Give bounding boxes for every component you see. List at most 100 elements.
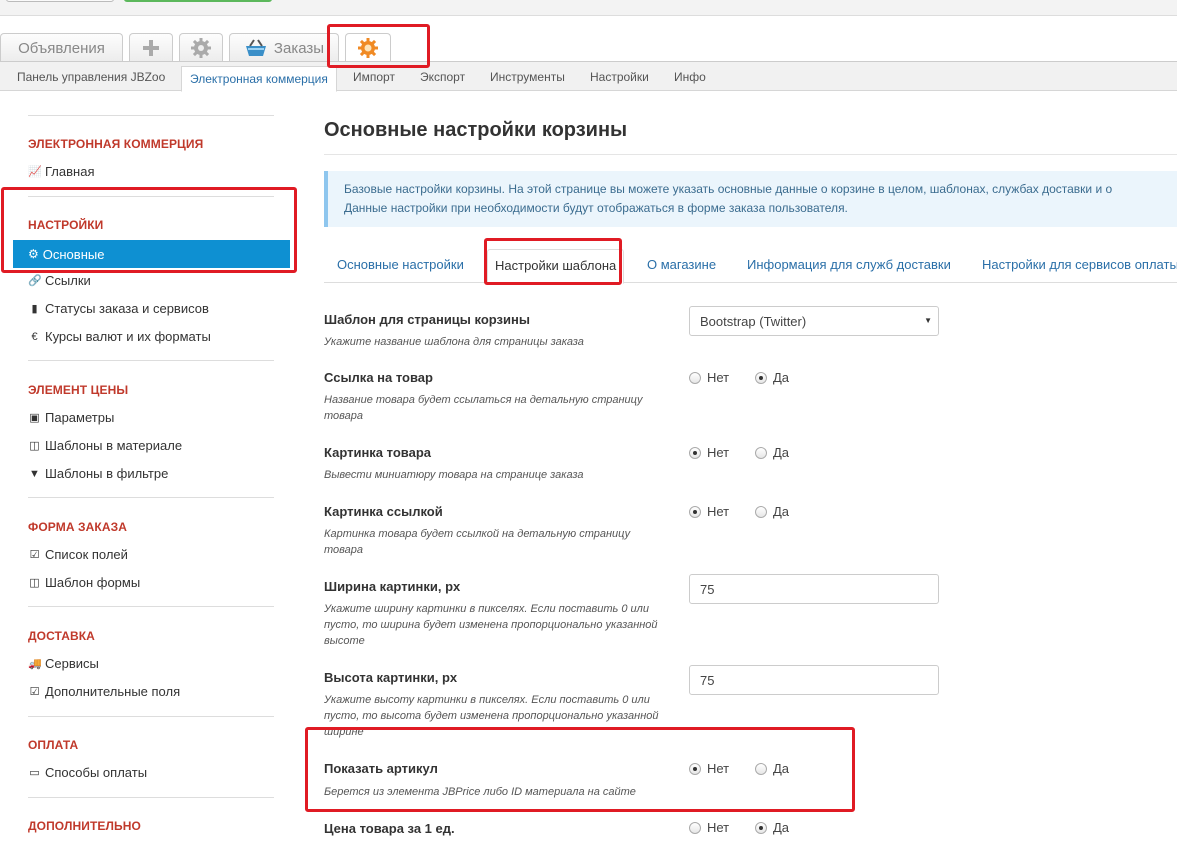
radio-button[interactable] xyxy=(689,505,701,518)
sidebar-item-currencies[interactable]: € Курсы валют и их форматы xyxy=(28,329,210,344)
submenu-import[interactable]: Импорт xyxy=(353,62,395,91)
product-image-no[interactable]: Нет xyxy=(689,445,755,460)
radio-button[interactable] xyxy=(689,371,701,384)
unit-price-no[interactable]: Нет xyxy=(689,820,755,835)
unit-price-yes[interactable]: Да xyxy=(755,820,821,835)
sidebar-item-label: Список полей xyxy=(45,547,128,562)
tab-orders-label: Заказы xyxy=(273,39,325,57)
submenu-info[interactable]: Инфо xyxy=(674,62,706,91)
tab-delivery-info[interactable]: Информация для служб доставки xyxy=(747,249,951,283)
sidebar-item-extra-fields[interactable]: ☑ Дополнительные поля xyxy=(28,684,181,699)
field-desc-product-image: Вывести миниатюру товара на странице зак… xyxy=(324,469,584,481)
tab-add[interactable] xyxy=(129,33,173,62)
radio-button[interactable] xyxy=(755,446,767,459)
radio-button[interactable] xyxy=(755,821,767,834)
image-link-yes[interactable]: Да xyxy=(755,504,821,519)
tab-main-settings[interactable]: Основные настройки xyxy=(337,249,464,283)
sidebar-divider xyxy=(28,196,274,197)
radio-button[interactable] xyxy=(755,762,767,775)
sidebar-divider xyxy=(28,716,274,717)
sidebar-item-parameters[interactable]: ▣ Параметры xyxy=(28,410,114,425)
radio-label: Нет xyxy=(707,370,730,385)
sidebar-item-services[interactable]: 🚚 Сервисы xyxy=(28,656,99,671)
sidebar-item-label: Статусы заказа и сервисов xyxy=(45,301,209,316)
link-icon: 🔗 xyxy=(28,275,42,287)
checkbox-icon: ☑ xyxy=(29,549,40,561)
sidebar-heading-price-element: ЭЛЕМЕНТ ЦЕНЫ xyxy=(28,383,129,397)
main-content: Основные настройки корзины Базовые настр… xyxy=(300,92,1177,849)
sidebar-item-label: Шаблоны в материале xyxy=(45,438,183,453)
field-desc-image-link: Картинка товара будет ссылкой на детальн… xyxy=(324,528,631,556)
field-label-image-height: Высота картинки, px xyxy=(324,670,458,685)
image-height-input[interactable]: 75 xyxy=(689,665,939,695)
field-label-template: Шаблон для страницы корзины xyxy=(324,312,530,327)
sidebar-item-field-list[interactable]: ☑ Список полей xyxy=(28,547,128,562)
radio-button[interactable] xyxy=(755,371,767,384)
field-label-show-sku: Показать артикул xyxy=(324,761,438,776)
radio-label: Да xyxy=(773,445,790,460)
sidebar-divider xyxy=(28,497,274,498)
submenu-dashboard[interactable]: Панель управления JBZoo xyxy=(17,62,165,91)
radio-button[interactable] xyxy=(689,821,701,834)
sidebar-item-label: Дополнительные поля xyxy=(45,684,181,699)
sidebar-item-statuses[interactable]: ▮ Статусы заказа и сервисов xyxy=(28,301,209,316)
radio-label: Да xyxy=(773,761,790,776)
sidebar-item-main-settings[interactable]: ⚙ Основные xyxy=(13,240,290,268)
submenu-settings[interactable]: Настройки xyxy=(590,62,649,91)
radio-button[interactable] xyxy=(689,762,701,775)
toolbar-button[interactable] xyxy=(6,0,114,2)
image-width-input[interactable]: 75 xyxy=(689,574,939,604)
gear-icon xyxy=(191,38,211,58)
sidebar-item-links[interactable]: 🔗 Ссылки xyxy=(28,273,91,288)
field-desc-image-height: Укажите высоту картинки в пикселях. Если… xyxy=(324,694,659,738)
radio-button[interactable] xyxy=(755,505,767,518)
product-link-radio-group: Нет Да xyxy=(689,370,821,385)
sidebar-heading-ecommerce: ЭЛЕКТРОННАЯ КОММЕРЦИЯ xyxy=(28,137,204,151)
show-sku-no[interactable]: Нет xyxy=(689,761,755,776)
field-label-product-link: Ссылка на товар xyxy=(324,370,433,385)
sidebar-item-home[interactable]: 📈 Главная xyxy=(28,164,94,179)
submenu-export[interactable]: Экспорт xyxy=(420,62,465,91)
basket-icon xyxy=(245,39,266,56)
sidebar-item-label: Сервисы xyxy=(45,656,99,671)
radio-button[interactable] xyxy=(689,446,701,459)
product-image-radio-group: Нет Да xyxy=(689,445,821,460)
sidebar-heading-settings: НАСТРОЙКИ xyxy=(28,218,104,232)
submenu-tools[interactable]: Инструменты xyxy=(490,62,565,91)
radio-label: Да xyxy=(773,504,790,519)
tab-template-settings[interactable]: Настройки шаблона xyxy=(487,249,625,284)
jbzoo-gear-icon xyxy=(358,38,378,58)
radio-label: Нет xyxy=(707,504,730,519)
template-select[interactable]: Bootstrap (Twitter) ▼ xyxy=(689,306,939,336)
submenu-ecommerce[interactable]: Электронная коммерция xyxy=(181,66,337,92)
checkbox-icon: ☑ xyxy=(29,686,40,698)
image-link-no[interactable]: Нет xyxy=(689,504,755,519)
product-image-yes[interactable]: Да xyxy=(755,445,821,460)
sidebar: ЭЛЕКТРОННАЯ КОММЕРЦИЯ 📈 Главная НАСТРОЙК… xyxy=(0,92,300,849)
money-icon: ▣ xyxy=(29,412,40,424)
field-desc-product-link: Название товара будет ссылаться на детал… xyxy=(324,394,643,422)
euro-icon: € xyxy=(31,330,38,343)
tab-orders[interactable]: Заказы xyxy=(229,33,339,62)
sidebar-item-templates-item[interactable]: ◫ Шаблоны в материале xyxy=(28,438,182,453)
product-link-yes[interactable]: Да xyxy=(755,370,821,385)
tab-settings[interactable] xyxy=(179,33,223,62)
sidebar-item-payment-methods[interactable]: ▭ Способы оплаты xyxy=(28,765,147,780)
bookmark-icon: ▮ xyxy=(31,303,38,315)
tab-about-shop[interactable]: О магазине xyxy=(647,249,716,283)
toolbar-save-button[interactable] xyxy=(124,0,272,2)
sidebar-divider xyxy=(28,797,274,798)
sidebar-item-templates-filter[interactable]: ▼ Шаблоны в фильтре xyxy=(28,466,168,481)
sidebar-item-form-template[interactable]: ◫ Шаблон формы xyxy=(28,575,140,590)
template-select-value: Bootstrap (Twitter) xyxy=(700,314,807,329)
sidebar-heading-additional: ДОПОЛНИТЕЛЬНО xyxy=(28,819,141,833)
tab-payment-services[interactable]: Настройки для сервисов оплаты xyxy=(982,249,1177,283)
chart-icon: 📈 xyxy=(28,166,42,178)
truck-icon: 🚚 xyxy=(28,658,42,670)
show-sku-yes[interactable]: Да xyxy=(755,761,821,776)
radio-label: Да xyxy=(773,820,790,835)
product-link-no[interactable]: Нет xyxy=(689,370,755,385)
tab-ads[interactable]: Объявления xyxy=(0,33,123,62)
sidebar-divider xyxy=(28,360,274,361)
tab-jbzoo[interactable] xyxy=(345,33,391,62)
